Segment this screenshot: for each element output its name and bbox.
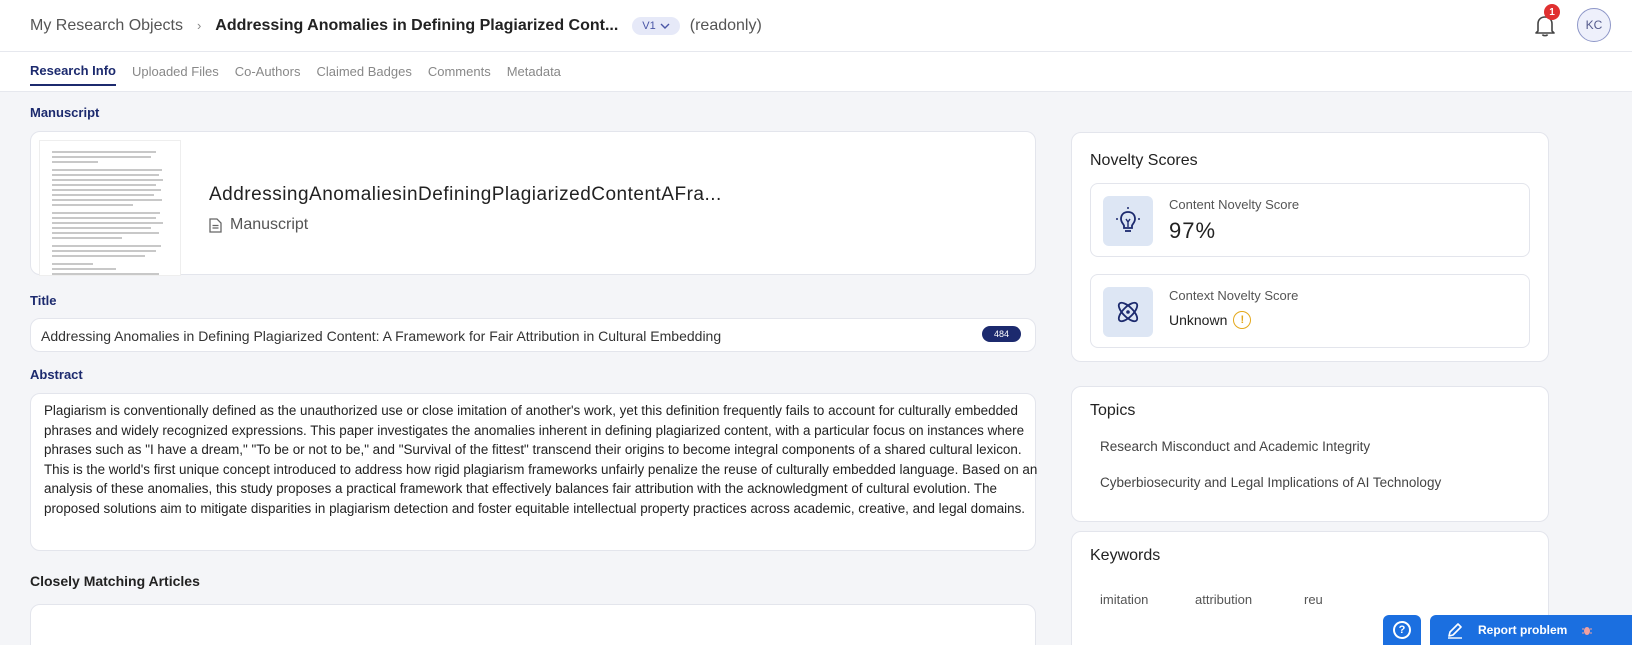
topic-item[interactable]: Cyberbiosecurity and Legal Implications …: [1100, 475, 1441, 490]
notification-badge: 1: [1544, 4, 1560, 20]
lightbulb-icon: [1103, 196, 1153, 246]
title-value: Addressing Anomalies in Defining Plagiar…: [41, 328, 722, 344]
tab-comments[interactable]: Comments: [428, 58, 491, 85]
manuscript-type: Manuscript: [209, 216, 308, 234]
keyword-chip[interactable]: reu: [1304, 592, 1323, 607]
content-novelty-value: 97%: [1169, 218, 1217, 243]
readonly-status: (readonly): [689, 16, 762, 34]
tab-co-authors[interactable]: Co-Authors: [235, 58, 301, 85]
bug-icon: [1582, 627, 1593, 635]
manuscript-card[interactable]: AddressingAnomaliesinDefiningPlagiarized…: [30, 131, 1036, 276]
document-icon: [209, 217, 222, 233]
closely-matching-card: [30, 604, 1036, 645]
breadcrumb-current-title: Addressing Anomalies in Defining Plagiar…: [215, 16, 619, 34]
content-novelty-label: Content Novelty Score: [1169, 197, 1300, 212]
avatar[interactable]: KC: [1577, 8, 1611, 42]
content-novelty-score: Content Novelty Score 97%: [1090, 183, 1530, 257]
abstract-field[interactable]: Plagiarism is conventionally defined as …: [30, 393, 1038, 551]
context-novelty-value: Unknown !: [1169, 311, 1252, 329]
tab-uploaded-files[interactable]: Uploaded Files: [132, 58, 219, 85]
tab-claimed-badges[interactable]: Claimed Badges: [316, 58, 411, 85]
keyword-chip[interactable]: attribution: [1195, 592, 1252, 607]
help-button[interactable]: ?: [1383, 615, 1421, 645]
breadcrumb-separator-icon: ›: [196, 18, 202, 33]
abstract-label: Abstract: [30, 367, 83, 382]
context-novelty-value-text: Unknown: [1169, 312, 1228, 328]
novelty-scores-card: Novelty Scores Content Novelty Score 97%…: [1071, 132, 1549, 362]
manuscript-type-label: Manuscript: [230, 216, 309, 233]
manuscript-file-name[interactable]: AddressingAnomaliesinDefiningPlagiarized…: [209, 184, 722, 206]
context-novelty-score: Context Novelty Score Unknown !: [1090, 274, 1530, 348]
title-field[interactable]: Addressing Anomalies in Defining Plagiar…: [30, 318, 1036, 352]
keyword-chip[interactable]: imitation: [1100, 592, 1148, 607]
manuscript-thumbnail[interactable]: [39, 140, 181, 276]
novelty-scores-title: Novelty Scores: [1090, 152, 1198, 169]
report-problem-button[interactable]: Report problem: [1430, 615, 1632, 645]
topic-item[interactable]: Research Misconduct and Academic Integri…: [1100, 439, 1370, 454]
closely-matching-label: Closely Matching Articles: [30, 573, 200, 589]
topics-title: Topics: [1090, 402, 1136, 419]
version-label: V1: [642, 19, 656, 32]
tab-metadata[interactable]: Metadata: [507, 58, 561, 85]
pencil-icon: [1448, 623, 1462, 639]
report-problem-label: Report problem: [1478, 623, 1568, 637]
title-label: Title: [30, 293, 57, 308]
tab-bar: Research Info Uploaded Files Co-Authors …: [0, 52, 1632, 92]
atom-icon: [1103, 287, 1153, 337]
breadcrumb-root[interactable]: My Research Objects: [30, 17, 183, 35]
manuscript-section-label: Manuscript: [30, 105, 100, 120]
top-bar: My Research Objects › Addressing Anomali…: [0, 0, 1632, 52]
abstract-value: Plagiarism is conventionally defined as …: [44, 403, 1038, 516]
help-icon: ?: [1393, 621, 1411, 639]
keywords-title: Keywords: [1090, 547, 1161, 564]
topics-card: Topics Research Misconduct and Academic …: [1071, 386, 1549, 522]
tab-research-info[interactable]: Research Info: [30, 57, 116, 86]
warning-icon[interactable]: !: [1233, 311, 1252, 329]
context-novelty-label: Context Novelty Score: [1169, 288, 1299, 303]
chevron-down-icon: [660, 23, 670, 29]
character-count-badge: 484: [981, 326, 1021, 342]
version-dropdown[interactable]: V1: [632, 16, 680, 35]
